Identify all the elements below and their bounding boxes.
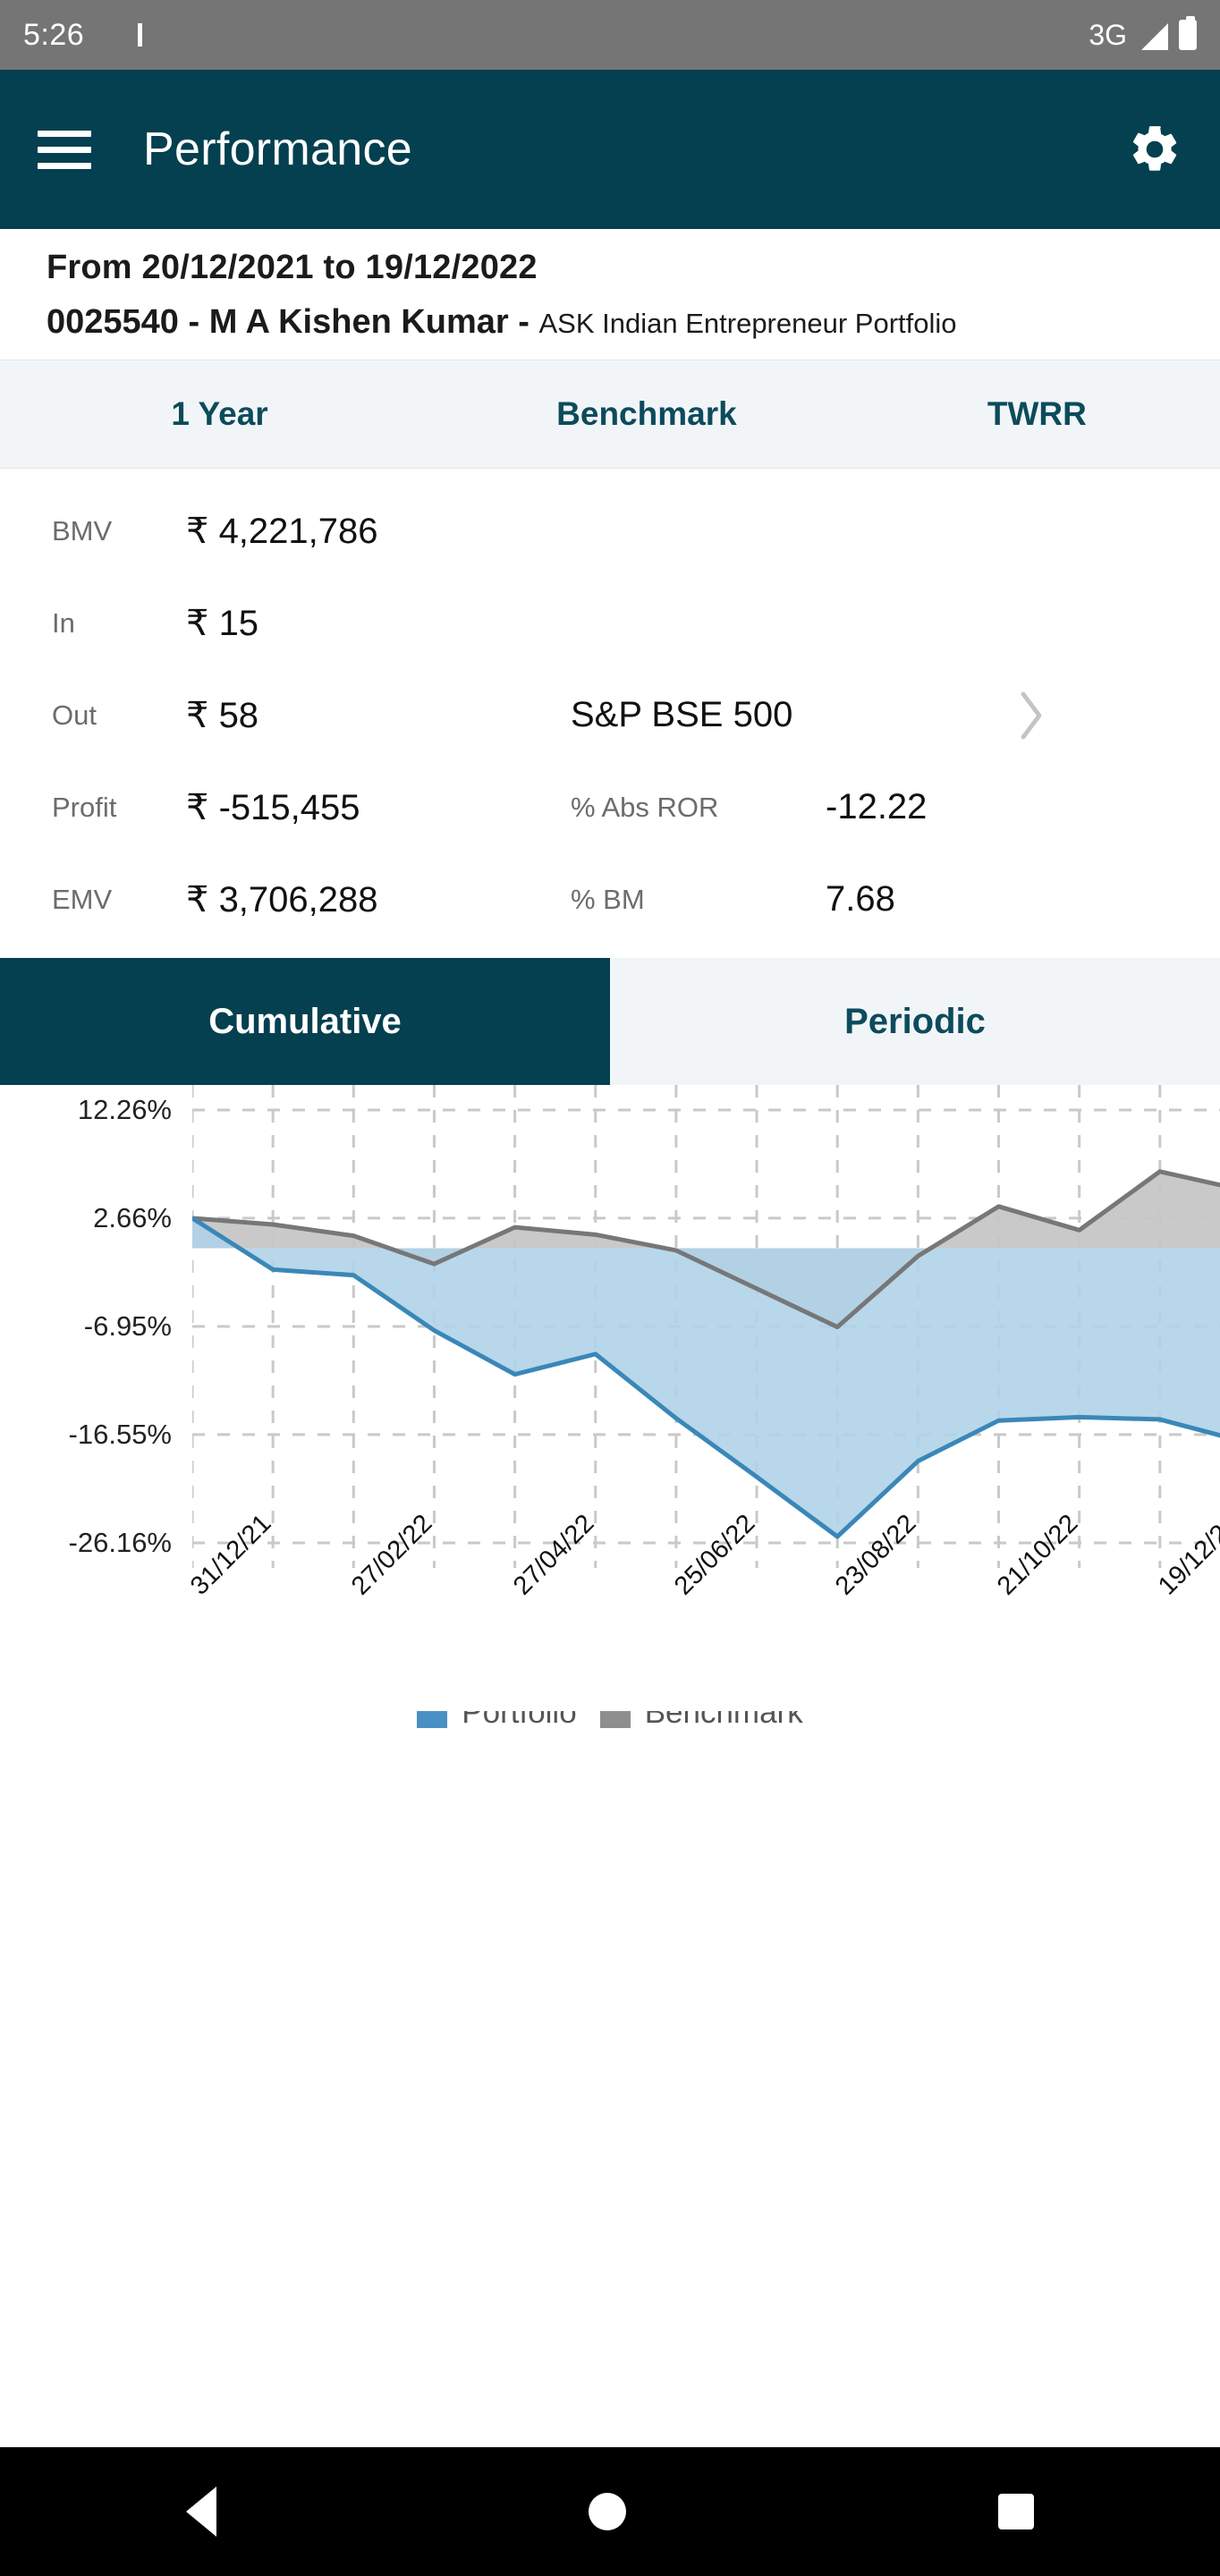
page-title: Performance [143,123,412,175]
chart-y-tick-label: -16.55% [68,1418,172,1450]
battery-icon [1179,16,1197,50]
chevron-right-icon[interactable] [1000,689,1063,742]
account-line: 0025540 - M A Kishen Kumar - ASK Indian … [47,303,1173,342]
metric-right-label: % Abs ROR [571,791,719,823]
metric-label: EMV [52,883,113,915]
network-type-label: 3G [1089,18,1127,51]
status-bar: 5:26 3G [0,0,1220,70]
metrics-table: BMV ₹ 4,221,786 In ₹ 15 Out ₹ 58 S&P BSE… [0,469,1220,945]
signal-icon [1138,20,1168,50]
metric-value: ₹ 4,221,786 [186,511,378,551]
benchmark-name-label: S&P BSE 500 [571,695,793,734]
home-circle-icon[interactable] [589,2493,626,2530]
performance-chart: 12.26% 2.66% -6.95% -16.55% -26.16% 31/12/21… [0,1085,1220,1711]
metric-value: ₹ 3,706,288 [186,879,378,919]
notification-badge-icon [138,23,143,47]
chart-plot-area [192,1085,1220,1568]
metric-value: ₹ 58 [186,695,259,735]
chart-y-tick-label: 2.66% [93,1201,172,1233]
status-bar-clock: 5:26 [23,17,85,52]
metric-label: Out [52,699,97,731]
hamburger-menu-icon[interactable] [38,130,91,169]
status-bar-notifications [104,21,143,48]
gear-icon[interactable] [1127,122,1182,177]
chart-x-axis: 31/12/21 27/02/22 27/04/22 25/06/22 23/08/22… [185,1509,1220,1709]
table-row: EMV ₹ 3,706,288 % BM 7.68 [0,853,1220,945]
back-triangle-icon[interactable] [186,2487,216,2537]
metric-value: ₹ 15 [186,603,259,643]
chart-y-tick-label: -26.16% [68,1527,172,1558]
column-header-twrr: TWRR [987,395,1087,432]
metrics-column-header: 1 Year Benchmark TWRR [0,360,1220,469]
tab-periodic[interactable]: Periodic [610,958,1220,1085]
tab-cumulative[interactable]: Cumulative [0,958,610,1085]
metric-label: In [52,606,75,639]
chart-mode-tabs: Cumulative Periodic [0,958,1220,1085]
metric-right-value: -12.22 [826,787,928,826]
table-row: Profit ₹ -515,455 % Abs ROR -12.22 [0,761,1220,853]
notification-icon [104,21,131,48]
table-row: BMV ₹ 4,221,786 [0,485,1220,577]
table-row: In ₹ 15 [0,577,1220,669]
table-row-benchmark-selector[interactable]: Out ₹ 58 S&P BSE 500 [0,669,1220,761]
recents-square-icon[interactable] [998,2494,1034,2529]
app-bar: Performance [0,70,1220,229]
chart-y-tick-label: -6.95% [83,1310,172,1342]
portfolio-header: From 20/12/2021 to 19/12/2022 0025540 - … [0,229,1220,360]
account-id-label: 0025540 - M A Kishen Kumar [47,303,509,341]
column-header-period: 1 Year [171,395,268,432]
account-separator: - [508,303,539,341]
chart-y-axis: 12.26% 2.66% -6.95% -16.55% -26.16% [0,1085,179,1568]
chart-y-tick-label: 12.26% [77,1094,172,1125]
metric-right-label: % BM [571,883,645,915]
metric-label: BMV [52,514,113,547]
portfolio-name-label: ASK Indian Entrepreneur Portfolio [538,308,957,339]
column-header-benchmark: Benchmark [556,395,737,432]
date-range-label: From 20/12/2021 to 19/12/2022 [47,249,538,286]
android-navigation-bar [0,2447,1220,2576]
metric-value: ₹ -515,455 [186,787,360,827]
metric-label: Profit [52,791,117,823]
metric-right-value: 7.68 [826,879,895,919]
status-bar-system-icons: 3G [1089,16,1197,52]
